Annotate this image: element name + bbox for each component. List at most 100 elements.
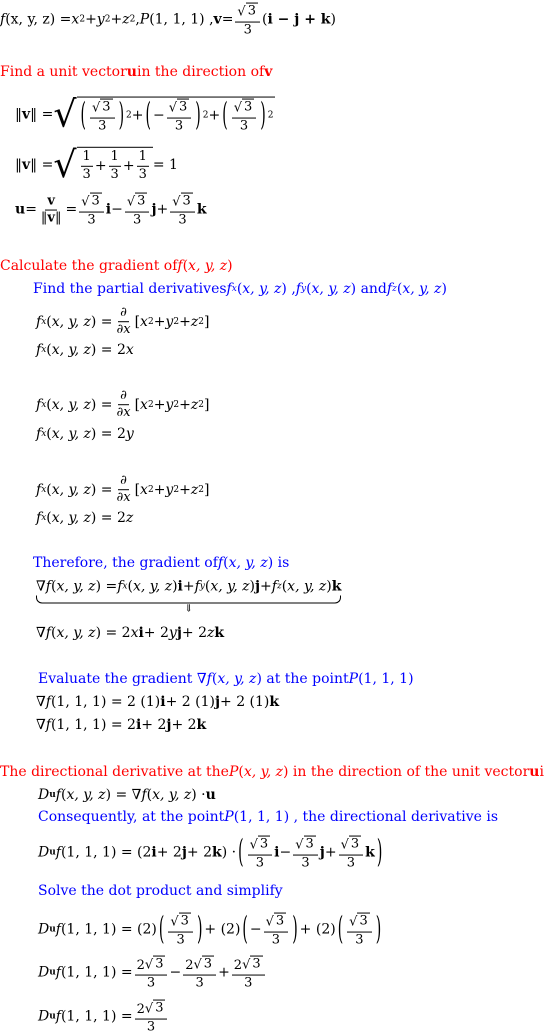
math-text: (1, 1, 1) = 2 (1)	[50, 694, 161, 710]
math-text: 3	[275, 913, 285, 929]
fraction: √ 3 3	[79, 192, 104, 228]
math-text: + 2 (1)	[220, 694, 270, 710]
math-text: 3	[176, 932, 185, 948]
math-text: y	[168, 625, 177, 641]
math-text: The directional derivative at the	[0, 764, 229, 780]
square-root: √ 3	[242, 955, 263, 973]
math-text: k	[331, 578, 342, 595]
math-text: ∇	[36, 578, 46, 595]
math-text: −	[169, 964, 182, 981]
math-text: 3	[195, 975, 204, 991]
math-text: =	[221, 11, 234, 28]
math-text: x, y, z	[152, 787, 192, 803]
text-line: Duf (1, 1, 1) = (2 i + 2j + 2 k) · (√ 3 3 i −…	[38, 834, 383, 872]
fraction: 2 √ 3 3	[134, 955, 168, 991]
math-text: Consequently, at the point	[38, 809, 225, 825]
math-text: 2	[233, 957, 243, 973]
numerator: 2 √ 3	[134, 955, 168, 976]
math-text: is	[539, 764, 544, 780]
denominator: 3	[299, 855, 311, 870]
solution-document: f (x, y, z) = x2 + y2 + z2, P (1, 1, 1) …	[0, 0, 544, 1034]
math-text: 3	[138, 166, 147, 182]
denominator: 3	[176, 212, 188, 227]
fraction: √ 3 3	[338, 835, 364, 871]
square-root: √ 3	[295, 835, 316, 852]
math-text: ∇	[36, 694, 46, 710]
math-text: k	[269, 694, 280, 710]
math-text: +	[324, 844, 337, 861]
math-text: + (2)	[299, 921, 336, 938]
text-line: fx (x, y, z) = ∂ ∂x [x 2 + y2 + z 2]	[36, 305, 210, 338]
text-line: fx (x, y, z) = 2x	[36, 342, 134, 358]
math-text: 3	[178, 212, 187, 228]
math-text: z	[190, 397, 199, 413]
denominator: 3	[238, 118, 250, 133]
text-line: Find the partial derivatives fx (x, y, z…	[33, 281, 447, 297]
square-root: √ 3	[127, 192, 148, 209]
numerator: ∂	[118, 389, 129, 406]
fraction: 2 √ 3 3	[231, 955, 265, 991]
math-text: (1, 1, 1)	[358, 671, 414, 687]
math-text: 3	[244, 975, 253, 991]
math-text: 3	[243, 22, 252, 38]
math-text: D	[38, 964, 50, 981]
numerator: ∂	[118, 306, 129, 323]
math-text: )	[227, 258, 233, 274]
math-text: x	[71, 11, 80, 28]
fraction: √ 3 3	[124, 192, 150, 228]
big-paren: (	[80, 97, 86, 135]
numerator: 2 √ 3	[134, 999, 168, 1020]
math-text: (1, 1, 1) =	[60, 964, 133, 981]
math-text: + 2	[156, 844, 182, 861]
radicand: 3	[178, 912, 191, 929]
math-text: x	[125, 342, 134, 358]
math-text: P	[139, 11, 150, 28]
fraction: √ 3 3	[90, 98, 115, 134]
fraction: 2 √ 3 3	[183, 955, 217, 991]
numerator: √ 3	[90, 98, 115, 119]
math-text: 3	[155, 956, 164, 972]
radicand: 3	[177, 98, 190, 115]
numerator: √ 3	[263, 912, 289, 933]
math-text: x	[140, 397, 148, 413]
math-text: (x, y, z) =	[5, 11, 72, 28]
big-paren: )	[375, 911, 382, 949]
math-text: −	[111, 201, 123, 218]
radical-sign: √	[242, 957, 251, 973]
math-text: −	[249, 921, 262, 938]
big-paren: (	[242, 911, 248, 949]
math-text: 1	[110, 149, 119, 165]
math-text: 3	[239, 118, 249, 134]
text-line: fx (x, y, z) = ∂ ∂x [x 2 + y2 + z 2]	[36, 473, 210, 506]
numerator: √ 3	[347, 912, 372, 933]
math-text: ) = 2	[90, 426, 126, 442]
text-line: The directional derivative at the P (x, …	[0, 764, 544, 780]
math-text: 3	[252, 956, 261, 972]
math-text: x, y, z	[51, 426, 91, 442]
radical-sign: √	[81, 194, 90, 210]
radicand: (√ 3 3) 2 + (− √ 3 3) 2 + (√ 3 3) 2	[76, 96, 276, 135]
math-text: 3	[155, 1000, 164, 1016]
square-root: √ 3	[169, 98, 190, 115]
math-text: 2	[136, 957, 145, 973]
math-text: ‖	[15, 157, 22, 173]
math-text: 3	[174, 118, 184, 134]
radical-sign: √	[265, 914, 274, 930]
fraction: √ 3 3	[231, 98, 257, 134]
math-text: Find the partial derivatives	[33, 281, 227, 297]
math-text: D	[38, 1008, 50, 1025]
math-text: ]	[203, 482, 210, 498]
text-line: ‖ v ‖ = √ 1 3 + 13 + 13 = 1	[15, 146, 178, 183]
math-text: =	[65, 201, 78, 218]
underbrace-group: ∇ f (x, y, z) = fx (x, y, z) i + fy (x, y…	[36, 578, 342, 616]
text-line: u = v ‖v‖ = √ 3 3 i − √ 3 3 j + √ 3 3 k	[15, 192, 207, 228]
math-text: (1, 1, 1) = (2)	[60, 921, 157, 938]
math-text: P	[348, 671, 359, 687]
math-text: ) = ∇	[105, 787, 142, 803]
math-text: x, y, z	[51, 397, 91, 413]
math-text: u	[126, 64, 137, 80]
math-text: 3	[82, 166, 91, 182]
numerator: 1	[80, 150, 93, 167]
math-text: +	[156, 201, 169, 218]
math-text: (1, 1, 1) ,	[149, 11, 214, 28]
